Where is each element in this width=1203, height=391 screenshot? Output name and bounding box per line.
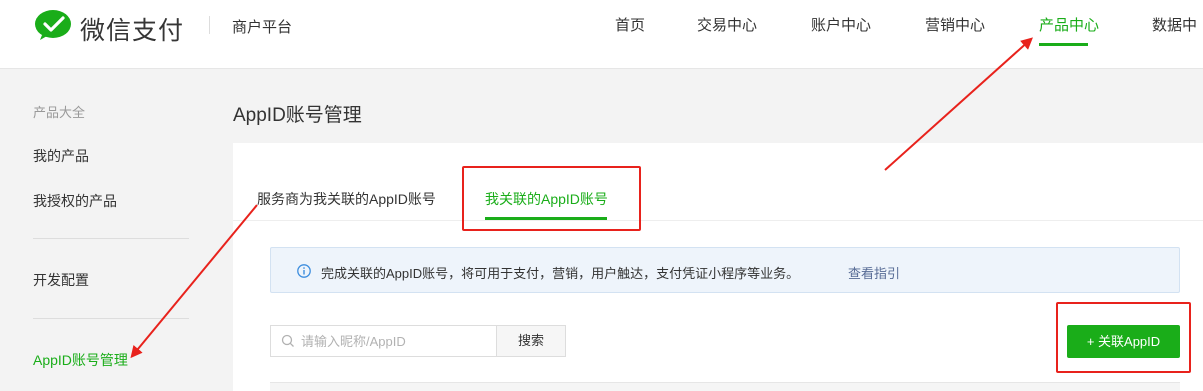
nav-active-indicator: [1039, 43, 1088, 46]
header-divider: [209, 16, 210, 34]
nav-trade-center[interactable]: 交易中心: [697, 14, 757, 35]
info-icon: [297, 264, 311, 278]
tab-provider-linked-appids[interactable]: 服务商为我关联的AppID账号: [257, 189, 436, 209]
search-box: [270, 325, 497, 357]
nav-data-center[interactable]: 数据中: [1152, 14, 1197, 35]
sidebar-item-authorized-products[interactable]: 我授权的产品: [33, 191, 117, 211]
sidebar-heading: 产品大全: [33, 105, 86, 120]
sidebar-divider: [33, 238, 189, 239]
nav-home[interactable]: 首页: [615, 14, 645, 35]
notice-text: 完成关联的AppID账号，将可用于支付，营销，用户触达，支付凭证小程序等业务。: [321, 266, 800, 281]
nav-marketing-center[interactable]: 营销中心: [925, 14, 985, 35]
table-header: [270, 382, 1180, 391]
page-title: AppID账号管理: [233, 105, 362, 126]
sidebar-divider: [33, 318, 189, 319]
nav-product-center[interactable]: 产品中心: [1039, 14, 1099, 35]
nav-account-center[interactable]: 账户中心: [811, 14, 871, 35]
search-input[interactable]: [301, 326, 493, 356]
sidebar-item-my-products[interactable]: 我的产品: [33, 146, 89, 166]
sidebar-item-appid-management[interactable]: AppID账号管理: [33, 350, 128, 370]
sidebar-item-dev-config[interactable]: 开发配置: [33, 270, 89, 290]
sidebar: 产品大全 我的产品 我授权的产品 开发配置 AppID账号管理: [0, 70, 217, 391]
info-notice: 完成关联的AppID账号，将可用于支付，营销，用户触达，支付凭证小程序等业务。 …: [270, 247, 1180, 293]
top-header: 微信支付 商户平台 首页 交易中心 账户中心 营销中心 产品中心 数据中: [0, 0, 1203, 69]
search-icon: [281, 334, 294, 347]
tab-bar-border: [233, 220, 1203, 221]
search-button[interactable]: 搜索: [496, 325, 566, 357]
annotation-box-tab: [462, 166, 641, 231]
view-guide-link[interactable]: 查看指引: [848, 263, 900, 282]
wechat-pay-logo[interactable]: [34, 9, 72, 41]
platform-name: 商户平台: [232, 19, 293, 36]
brand-name: 微信支付: [80, 17, 185, 45]
annotation-box-add-button: [1056, 302, 1191, 373]
